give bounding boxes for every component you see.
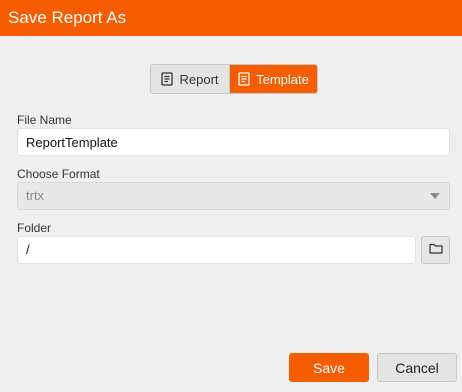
report-toggle-button[interactable]: Report (151, 65, 230, 93)
chevron-down-icon (430, 193, 440, 199)
template-toggle-button[interactable]: Template (230, 65, 317, 93)
save-button-label: Save (313, 359, 345, 376)
format-selected-value: trtx (26, 188, 45, 203)
cancel-button-label: Cancel (395, 359, 439, 376)
template-icon (238, 72, 250, 86)
dialog-title-bar: Save Report As (0, 0, 462, 36)
format-label: Choose Format (17, 167, 100, 181)
save-button[interactable]: Save (289, 353, 369, 382)
file-name-label: File Name (17, 113, 72, 127)
file-name-input[interactable] (17, 128, 450, 156)
template-toggle-label: Template (256, 71, 309, 87)
cancel-button[interactable]: Cancel (377, 353, 457, 382)
report-toggle-label: Report (179, 71, 219, 87)
format-select[interactable]: trtx (17, 182, 450, 210)
dialog-title: Save Report As (8, 8, 127, 27)
folder-input[interactable]: / (17, 236, 416, 264)
folder-value: / (26, 242, 30, 257)
folder-label: Folder (17, 221, 52, 235)
folder-icon (428, 241, 443, 259)
browse-folder-button[interactable] (421, 236, 450, 264)
type-toggle: Report Template (150, 64, 318, 94)
report-icon (161, 72, 174, 86)
